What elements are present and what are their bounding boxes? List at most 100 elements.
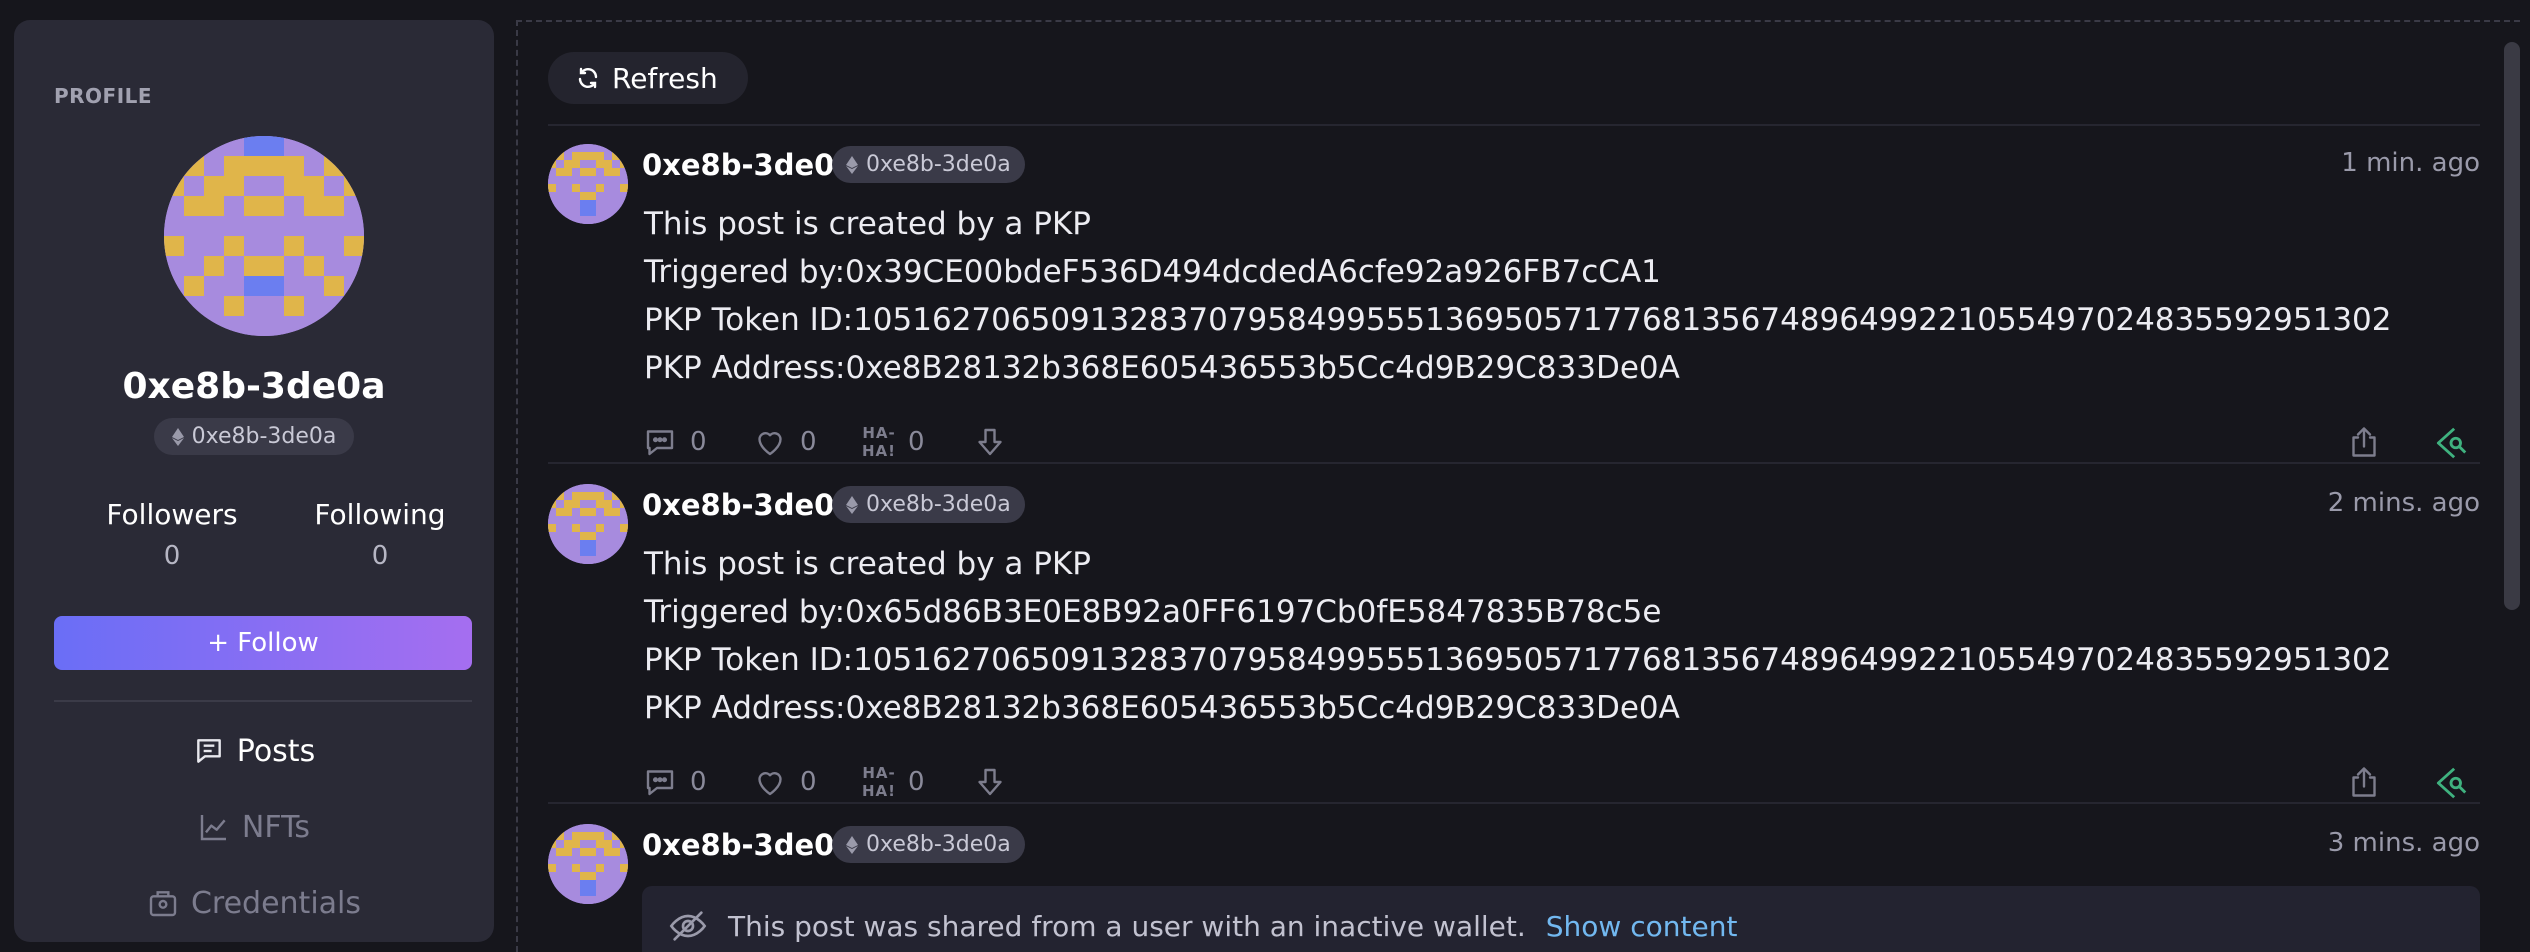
followers-label: Followers bbox=[106, 498, 238, 531]
post-address-text: 0xe8b-3de0a bbox=[866, 832, 1011, 857]
post-timestamp[interactable]: 3 mins. ago bbox=[2328, 828, 2480, 858]
profile-avatar bbox=[164, 136, 364, 336]
post-content: This post is created by a PKP Triggered … bbox=[644, 200, 2392, 392]
post-address-text: 0xe8b-3de0a bbox=[866, 492, 1011, 517]
post-timestamp[interactable]: 1 min. ago bbox=[2341, 148, 2480, 178]
share-button[interactable] bbox=[2346, 764, 2382, 804]
post-address-wrap: 0xe8b-3de0a bbox=[832, 486, 1025, 523]
like-count: 0 bbox=[800, 767, 817, 797]
profile-name: 0xe8b-3de0a bbox=[122, 366, 386, 407]
lens-button[interactable] bbox=[2432, 764, 2470, 806]
collect-button[interactable] bbox=[972, 424, 1008, 460]
nft-chart-icon bbox=[200, 815, 226, 841]
arrow-down-icon bbox=[978, 768, 1002, 796]
lens-icon bbox=[2436, 427, 2467, 459]
post-address-text: 0xe8b-3de0a bbox=[866, 152, 1011, 177]
post-line: PKP Address:0xe8B28132b368E605436553b5Cc… bbox=[644, 690, 1680, 726]
feed-scrollbar[interactable] bbox=[2504, 42, 2520, 610]
ethereum-icon bbox=[171, 427, 184, 446]
following-count: 0 bbox=[371, 541, 389, 571]
feed-panel: Refresh 0xe8b-3de0a 0xe8b-3de0a 1 min. a… bbox=[516, 20, 2520, 952]
feed-divider bbox=[548, 124, 2480, 126]
following-stat[interactable]: Following 0 bbox=[290, 498, 470, 571]
share-icon bbox=[2352, 427, 2376, 457]
refresh-label: Refresh bbox=[612, 61, 718, 95]
ethereum-icon bbox=[846, 835, 858, 854]
followers-stat[interactable]: Followers 0 bbox=[82, 498, 262, 571]
eye-off-icon bbox=[669, 911, 707, 941]
post-address-pill[interactable]: 0xe8b-3de0a bbox=[832, 486, 1025, 523]
haha-icon: HA- HA! bbox=[862, 424, 896, 460]
nav-item-nfts[interactable]: NFTs bbox=[14, 802, 494, 852]
post-line: This post is created by a PKP bbox=[644, 546, 1092, 582]
post-line: Triggered by:0x39CE00bdeF536D494dcdedA6c… bbox=[644, 254, 1661, 290]
follow-button[interactable]: + Follow bbox=[54, 616, 472, 670]
haha-icon: HA- HA! bbox=[862, 764, 896, 800]
followers-count: 0 bbox=[163, 541, 181, 571]
sidebar-divider bbox=[54, 700, 472, 702]
post-line: PKP Address:0xe8B28132b368E605436553b5Cc… bbox=[644, 350, 1680, 386]
nav-label-posts: Posts bbox=[236, 733, 316, 769]
post-author-name[interactable]: 0xe8b-3de0a bbox=[642, 148, 854, 182]
ethereum-icon bbox=[846, 155, 858, 174]
hidden-content-notice: This post was shared from a user with an… bbox=[642, 886, 2480, 952]
feed-divider bbox=[548, 462, 2480, 464]
haha-count: 0 bbox=[908, 427, 925, 457]
comment-count: 0 bbox=[690, 767, 707, 797]
post-line: PKP Token ID:105162706509132837079584995… bbox=[644, 302, 2392, 338]
arrow-down-icon bbox=[978, 428, 1002, 456]
share-icon bbox=[2352, 767, 2376, 797]
post-address-wrap: 0xe8b-3de0a bbox=[832, 146, 1025, 183]
post-author-avatar[interactable] bbox=[548, 824, 628, 904]
haha-icon-top: HA- bbox=[862, 424, 896, 442]
heart-icon bbox=[758, 772, 782, 796]
post-address-pill[interactable]: 0xe8b-3de0a bbox=[832, 826, 1025, 863]
post-author-name[interactable]: 0xe8b-3de0a bbox=[642, 488, 854, 522]
comment-count: 0 bbox=[690, 427, 707, 457]
nav-item-credentials[interactable]: Credentials bbox=[14, 878, 494, 928]
nav-item-posts[interactable]: Posts bbox=[14, 726, 494, 776]
haha-count: 0 bbox=[908, 767, 925, 797]
collect-button[interactable] bbox=[972, 764, 1008, 800]
post-line: PKP Token ID:105162706509132837079584995… bbox=[644, 642, 2392, 678]
nav-label-nfts: NFTs bbox=[241, 809, 311, 845]
profile-section-label: PROFILE bbox=[54, 84, 153, 108]
profile-address-text: 0xe8b-3de0a bbox=[191, 424, 337, 449]
lens-button[interactable] bbox=[2432, 424, 2470, 466]
post-address-wrap: 0xe8b-3de0a bbox=[832, 826, 1025, 863]
profile-address-wrap: 0xe8b-3de0a bbox=[14, 418, 494, 455]
like-count: 0 bbox=[800, 427, 817, 457]
haha-icon-bottom: HA! bbox=[862, 442, 897, 460]
profile-sidebar: PROFILE 0xe8b-3de0a 0xe8b-3de0a Follower… bbox=[14, 20, 494, 942]
refresh-button[interactable]: Refresh bbox=[548, 52, 748, 104]
post-author-avatar[interactable] bbox=[548, 144, 628, 224]
hidden-notice-text: This post was shared from a user with an… bbox=[728, 909, 1526, 943]
feed-divider bbox=[548, 802, 2480, 804]
post-line: This post is created by a PKP bbox=[644, 206, 1092, 242]
credentials-icon bbox=[149, 891, 177, 917]
ethereum-icon bbox=[846, 495, 858, 514]
like-button[interactable]: 0 bbox=[752, 424, 817, 460]
haha-icon-bottom: HA! bbox=[862, 782, 897, 800]
comment-button[interactable]: 0 bbox=[642, 424, 707, 460]
post-author-name[interactable]: 0xe8b-3de0a bbox=[642, 828, 854, 862]
heart-icon bbox=[758, 432, 782, 456]
profile-address-pill[interactable]: 0xe8b-3de0a bbox=[153, 418, 355, 455]
post-address-pill[interactable]: 0xe8b-3de0a bbox=[832, 146, 1025, 183]
post-author-avatar[interactable] bbox=[548, 484, 628, 564]
refresh-icon bbox=[578, 67, 598, 89]
post-timestamp[interactable]: 2 mins. ago bbox=[2328, 488, 2480, 518]
post-line: Triggered by:0x65d86B3E0E8B92a0FF6197Cb0… bbox=[644, 594, 1662, 630]
comment-icon bbox=[646, 770, 674, 796]
show-content-link[interactable]: Show content bbox=[1546, 910, 1738, 943]
posts-icon bbox=[196, 739, 221, 763]
comment-button[interactable]: 0 bbox=[642, 764, 707, 800]
lens-icon bbox=[2436, 767, 2467, 799]
haha-button[interactable]: HA- HA! 0 bbox=[862, 764, 925, 800]
comment-icon bbox=[646, 430, 674, 456]
haha-button[interactable]: HA- HA! 0 bbox=[862, 424, 925, 460]
nav-label-credentials: Credentials bbox=[190, 885, 362, 921]
haha-icon-top: HA- bbox=[862, 764, 896, 782]
share-button[interactable] bbox=[2346, 424, 2382, 464]
like-button[interactable]: 0 bbox=[752, 764, 817, 800]
